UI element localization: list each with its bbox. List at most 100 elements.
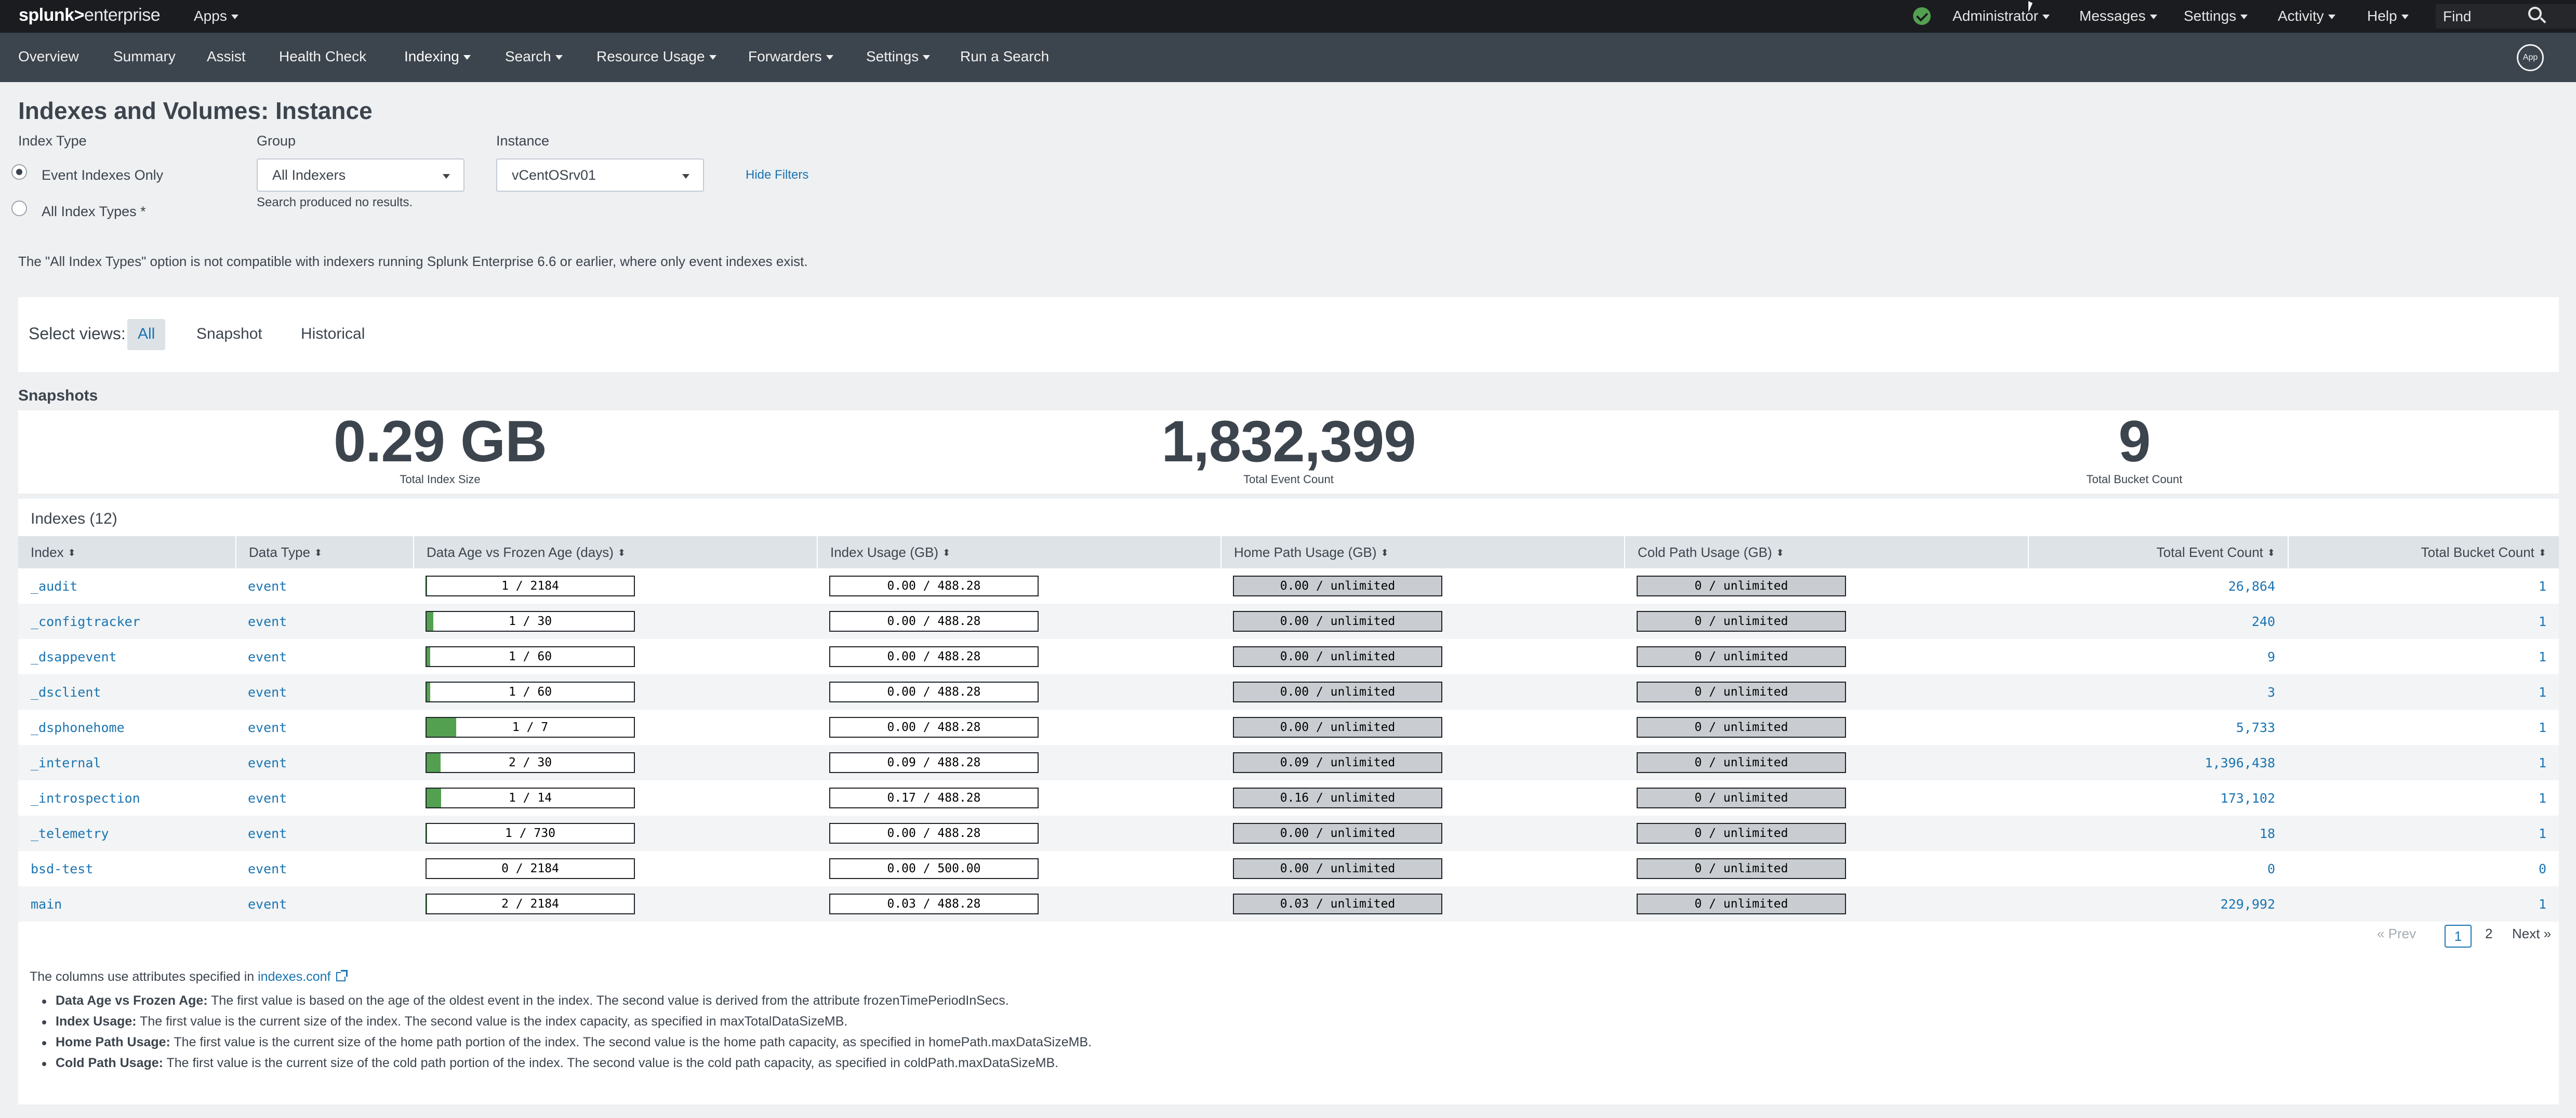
bucket-count-link[interactable]: 1 <box>2288 720 2546 735</box>
bucket-count-link[interactable]: 1 <box>2288 791 2546 806</box>
bucket-count-link[interactable]: 1 <box>2288 685 2546 700</box>
event-count-link[interactable]: 1,396,438 <box>2028 755 2275 770</box>
index-name-link[interactable]: main <box>31 897 62 912</box>
cold-path-bar[interactable]: 0 / unlimited <box>1637 611 1846 632</box>
data-type-link[interactable]: event <box>248 720 287 735</box>
data-type-link[interactable]: event <box>248 685 287 700</box>
home-path-bar[interactable]: 0.00 / unlimited <box>1233 682 1442 702</box>
data-age-bar[interactable]: 1 / 14 <box>426 788 635 808</box>
pagination-page-2[interactable]: 2 <box>2485 926 2492 942</box>
index-name-link[interactable]: _audit <box>31 579 77 594</box>
event-count-link[interactable]: 3 <box>2028 685 2275 700</box>
pagination-next[interactable]: Next » <box>2512 926 2551 942</box>
bucket-count-link[interactable]: 1 <box>2288 826 2546 841</box>
cold-path-bar[interactable]: 0 / unlimited <box>1637 646 1846 667</box>
bucket-count-link[interactable]: 1 <box>2288 649 2546 664</box>
messages-menu[interactable]: Messages <box>2079 8 2157 24</box>
cold-path-bar[interactable]: 0 / unlimited <box>1637 682 1846 702</box>
health-status-ok-icon[interactable] <box>1913 7 1931 25</box>
col-total-bucket-count[interactable]: Total Bucket Count ⬍ <box>2288 536 2559 568</box>
nav-assist[interactable]: Assist <box>207 48 246 65</box>
view-snapshot-button[interactable]: Snapshot <box>186 319 273 350</box>
indexes-conf-link[interactable]: indexes.conf <box>258 969 330 984</box>
data-type-link[interactable]: event <box>248 826 287 841</box>
nav-run-a-search[interactable]: Run a Search <box>960 48 1049 65</box>
home-path-bar[interactable]: 0.00 / unlimited <box>1233 717 1442 738</box>
event-count-link[interactable]: 0 <box>2028 861 2275 876</box>
data-age-bar[interactable]: 0 / 2184 <box>426 858 635 879</box>
activity-menu[interactable]: Activity <box>2278 8 2335 24</box>
splunk-logo[interactable]: splunk>enterprise <box>19 5 161 25</box>
view-all-button[interactable]: All <box>127 319 166 350</box>
col-cold-path[interactable]: Cold Path Usage (GB) ⬍ <box>1624 536 1784 568</box>
index-name-link[interactable]: bsd-test <box>31 861 93 876</box>
cold-path-bar[interactable]: 0 / unlimited <box>1637 576 1846 596</box>
user-menu[interactable]: Administrator <box>1953 8 2050 24</box>
index-usage-bar[interactable]: 0.00 / 488.28 <box>829 576 1039 596</box>
data-age-bar[interactable]: 1 / 60 <box>426 682 635 702</box>
view-historical-button[interactable]: Historical <box>290 319 375 350</box>
data-type-link[interactable]: event <box>248 614 287 629</box>
index-name-link[interactable]: _dsphonehome <box>31 720 125 735</box>
index-usage-bar[interactable]: 0.00 / 488.28 <box>829 717 1039 738</box>
nav-search[interactable]: Search <box>505 48 563 65</box>
data-age-bar[interactable]: 1 / 30 <box>426 611 635 632</box>
event-count-link[interactable]: 240 <box>2028 614 2275 629</box>
index-usage-bar[interactable]: 0.00 / 500.00 <box>829 858 1039 879</box>
index-name-link[interactable]: _introspection <box>31 791 140 806</box>
data-age-bar[interactable]: 1 / 730 <box>426 823 635 844</box>
home-path-bar[interactable]: 0.00 / unlimited <box>1233 646 1442 667</box>
event-count-link[interactable]: 26,864 <box>2028 579 2275 594</box>
col-index[interactable]: Index ⬍ <box>31 536 76 568</box>
data-type-link[interactable]: event <box>248 755 287 770</box>
col-home-path[interactable]: Home Path Usage (GB) ⬍ <box>1220 536 1389 568</box>
bucket-count-link[interactable]: 1 <box>2288 579 2546 594</box>
event-count-link[interactable]: 173,102 <box>2028 791 2275 806</box>
radio-all-index-types[interactable] <box>11 201 27 216</box>
home-path-bar[interactable]: 0.00 / unlimited <box>1233 823 1442 844</box>
index-usage-bar[interactable]: 0.00 / 488.28 <box>829 823 1039 844</box>
col-data-type[interactable]: Data Type ⬍ <box>235 536 322 568</box>
data-age-bar[interactable]: 1 / 2184 <box>426 576 635 596</box>
index-usage-bar[interactable]: 0.00 / 488.28 <box>829 682 1039 702</box>
home-path-bar[interactable]: 0.00 / unlimited <box>1233 611 1442 632</box>
event-count-link[interactable]: 5,733 <box>2028 720 2275 735</box>
find-input[interactable] <box>2443 7 2542 26</box>
instance-dropdown[interactable]: vCentOSrv01 <box>496 158 704 192</box>
help-menu[interactable]: Help <box>2367 8 2409 24</box>
data-age-bar[interactable]: 1 / 7 <box>426 717 635 738</box>
data-age-bar[interactable]: 2 / 30 <box>426 752 635 773</box>
settings-menu[interactable]: Settings <box>2184 8 2248 24</box>
group-dropdown[interactable]: All Indexers <box>257 158 464 192</box>
data-type-link[interactable]: event <box>248 791 287 806</box>
bucket-count-link[interactable]: 1 <box>2288 897 2546 912</box>
cold-path-bar[interactable]: 0 / unlimited <box>1637 823 1846 844</box>
bucket-count-link[interactable]: 0 <box>2288 861 2546 876</box>
cold-path-bar[interactable]: 0 / unlimited <box>1637 717 1846 738</box>
event-count-link[interactable]: 18 <box>2028 826 2275 841</box>
index-usage-bar[interactable]: 0.17 / 488.28 <box>829 788 1039 808</box>
index-usage-bar[interactable]: 0.09 / 488.28 <box>829 752 1039 773</box>
app-icon[interactable]: App <box>2517 44 2544 71</box>
apps-menu[interactable]: Apps <box>194 8 238 24</box>
col-index-usage[interactable]: Index Usage (GB) ⬍ <box>817 536 950 568</box>
index-name-link[interactable]: _internal <box>31 755 101 770</box>
event-count-link[interactable]: 9 <box>2028 649 2275 664</box>
home-path-bar[interactable]: 0.09 / unlimited <box>1233 752 1442 773</box>
index-name-link[interactable]: _dsclient <box>31 685 101 700</box>
home-path-bar[interactable]: 0.03 / unlimited <box>1233 894 1442 914</box>
nav-resource-usage[interactable]: Resource Usage <box>596 48 716 65</box>
event-count-link[interactable]: 229,992 <box>2028 897 2275 912</box>
nav-forwarders[interactable]: Forwarders <box>748 48 833 65</box>
data-type-link[interactable]: event <box>248 579 287 594</box>
cold-path-bar[interactable]: 0 / unlimited <box>1637 858 1846 879</box>
nav-indexing[interactable]: Indexing <box>404 48 471 65</box>
nav-overview[interactable]: Overview <box>18 48 79 65</box>
col-total-event-count[interactable]: Total Event Count ⬍ <box>2028 536 2288 568</box>
index-usage-bar[interactable]: 0.00 / 488.28 <box>829 611 1039 632</box>
home-path-bar[interactable]: 0.00 / unlimited <box>1233 576 1442 596</box>
cold-path-bar[interactable]: 0 / unlimited <box>1637 788 1846 808</box>
cold-path-bar[interactable]: 0 / unlimited <box>1637 752 1846 773</box>
col-data-age[interactable]: Data Age vs Frozen Age (days) ⬍ <box>413 536 626 568</box>
cold-path-bar[interactable]: 0 / unlimited <box>1637 894 1846 914</box>
